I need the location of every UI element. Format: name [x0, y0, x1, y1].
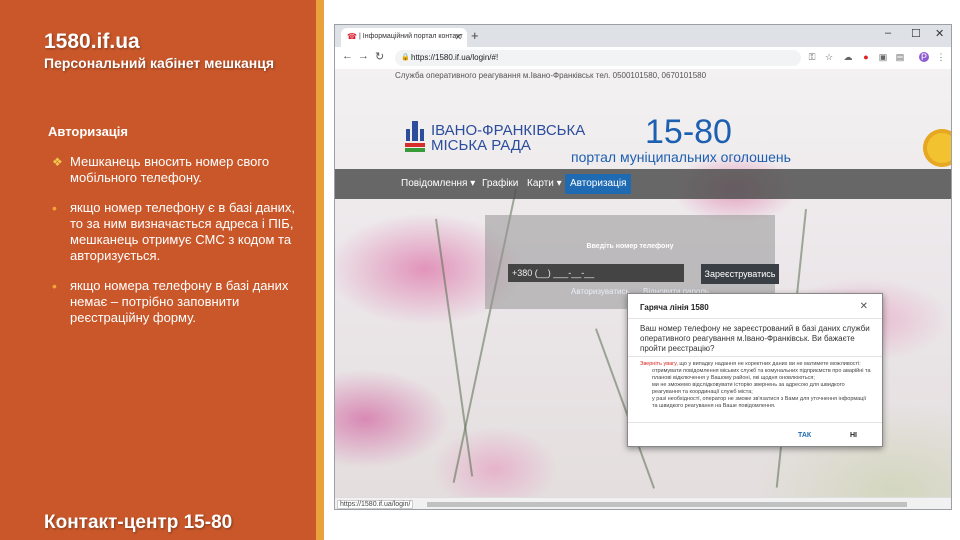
diamond-bullet-icon: ❖ [52, 155, 63, 169]
nav-item-schedules[interactable]: Графіки [482, 178, 518, 189]
bullet-text: якщо номер телефону є в базі даних, то з… [70, 200, 295, 263]
status-url: https://1580.if.ua/login/ [337, 500, 414, 509]
slide-divider-stripe [316, 0, 324, 540]
bullet-item: • якщо номер телефону є в базі даних, то… [52, 200, 302, 264]
browser-window: ☎ | Інформаційний портал контакт ✕ + – ☐… [334, 24, 952, 510]
section-title: Авторизація [48, 124, 128, 139]
address-bar[interactable]: 🔒 https://1580.if.ua/login/#! [395, 50, 801, 66]
slide-subtitle: Персональний кабінет мешканця [44, 55, 275, 71]
no-button[interactable]: НІ [850, 432, 857, 439]
modal-note: ми не зможемо відслідковувати історію зв… [652, 382, 845, 395]
warning-label: Зверніть увагу, [640, 361, 678, 367]
nav-item-authorization[interactable]: Авторизація [565, 174, 632, 194]
minimize-icon[interactable]: – [885, 27, 891, 39]
dot-bullet-icon: • [52, 200, 57, 216]
modal-divider [628, 318, 882, 319]
menu-dots-icon[interactable]: ⋮ [936, 52, 946, 62]
phone-label: Введіть номер телефону [586, 243, 674, 250]
phone-input[interactable]: +380 (__) ___-__-__ [508, 264, 684, 282]
modal-title: Гаряча лінія 1580 [640, 303, 709, 312]
opera-icon[interactable]: ● [861, 52, 871, 62]
bullet-item: • якщо номера телефону в базі даних нема… [52, 278, 302, 326]
flower-stem-decoration [435, 218, 474, 477]
key-icon[interactable]: ⚿ [807, 52, 817, 62]
bullet-text: Мешканець вносить номер свого мобільного… [70, 154, 270, 185]
contact-center-label: Контакт-центр 15-80 [44, 512, 233, 533]
camera-icon[interactable]: ▣ [878, 52, 888, 62]
slide-left-panel: 1580.if.ua Персональний кабінет мешканця… [0, 0, 316, 540]
avatar[interactable]: P [919, 52, 929, 62]
logo-line-2: МІСЬКА РАДА [431, 137, 531, 154]
warning-text: що у випадку надання не коректних даних … [677, 361, 861, 367]
city-emblem-icon [405, 121, 425, 152]
modal-notes: Зверніть увагу, що у випадку надання не … [640, 361, 872, 410]
new-tab-icon[interactable]: + [471, 28, 479, 43]
bullet-text: якщо номера телефону в базі даних немає … [70, 278, 289, 325]
page-viewport: Служба оперативного реагування м.Івано-Ф… [335, 69, 951, 497]
modal-divider [628, 422, 882, 423]
dot-bullet-icon: • [52, 278, 57, 294]
portal-tagline: портал муніципальних оголошень [571, 149, 791, 165]
logo-text: ІВАНО-ФРАНКІВСЬКА МІСЬКА РАДА [431, 123, 585, 153]
tab-close-icon[interactable]: ✕ [454, 32, 462, 43]
badge-decoration [923, 129, 951, 167]
extension-icon[interactable]: ▤ [895, 52, 905, 62]
modal-divider [628, 356, 882, 357]
forward-arrow-icon[interactable]: → [358, 50, 369, 62]
close-window-icon[interactable]: ✕ [935, 27, 944, 40]
slide-title: 1580.if.ua [44, 30, 140, 53]
star-icon[interactable]: ☆ [824, 52, 834, 62]
yes-button[interactable]: ТАК [798, 432, 811, 439]
tab-bar: ☎ | Інформаційний портал контакт ✕ + – ☐… [335, 25, 951, 47]
back-arrow-icon[interactable]: ← [342, 50, 353, 62]
lock-icon: 🔒 [401, 54, 410, 61]
modal-close-icon[interactable]: ✕ [860, 301, 868, 312]
browser-tab[interactable]: ☎ | Інформаційний портал контакт ✕ [341, 28, 467, 47]
service-line: Служба оперативного реагування м.Івано-Ф… [395, 71, 707, 80]
portal-number: 15-80 [645, 113, 732, 151]
bullet-item: ❖ Мешканець вносить номер свого мобільно… [52, 154, 302, 186]
site-navbar: Повідомлення ▾ Графіки Карти ▾ Авторизац… [335, 169, 951, 199]
register-button[interactable]: Зареєструватись [701, 264, 779, 284]
phone-favicon-icon: ☎ [347, 32, 357, 41]
tab-title: | Інформаційний портал контакт [359, 33, 463, 40]
maximize-icon[interactable]: ☐ [911, 27, 921, 40]
reload-icon[interactable]: ↻ [375, 50, 384, 63]
horizontal-scrollbar[interactable] [427, 502, 907, 507]
cloud-icon[interactable]: ☁ [843, 52, 853, 62]
browser-toolbar: ← → ↻ 🔒 https://1580.if.ua/login/#! ⚿ ☆ … [335, 47, 951, 70]
modal-question: Ваш номер телефону не зареєстрований в б… [640, 324, 870, 353]
modal-note: отримувати повідомлення міських служб та… [652, 368, 871, 381]
authorize-link[interactable]: Авторизуватись [571, 287, 630, 296]
nav-item-maps[interactable]: Карти ▾ [527, 178, 562, 189]
status-bar: https://1580.if.ua/login/ [335, 497, 951, 509]
hotline-modal: Гаряча лінія 1580 ✕ Ваш номер телефону н… [627, 293, 883, 447]
url-text: https://1580.if.ua/login/#! [411, 53, 499, 62]
modal-note: у разі необхідності, оператор не зможе з… [652, 396, 867, 409]
nav-item-messages[interactable]: Повідомлення ▾ [401, 178, 475, 189]
bullet-list: ❖ Мешканець вносить номер свого мобільно… [52, 154, 302, 340]
